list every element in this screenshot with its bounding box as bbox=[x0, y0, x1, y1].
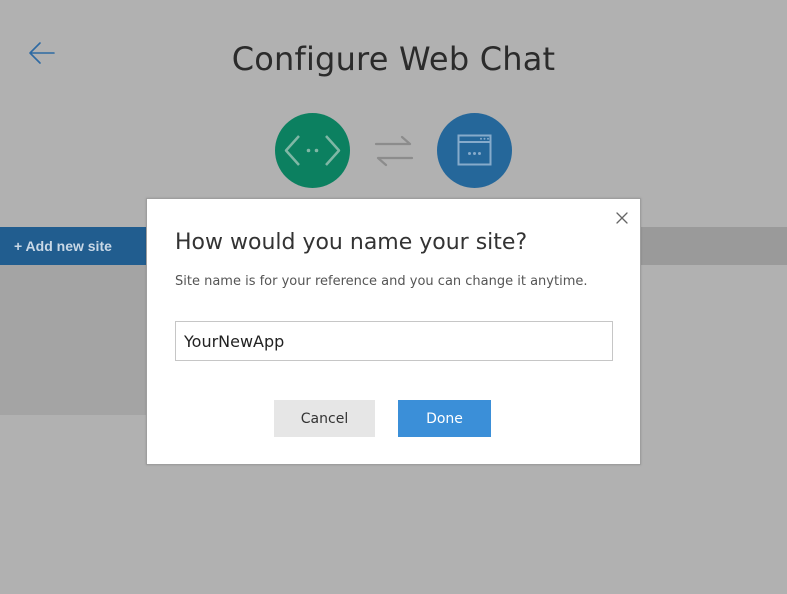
code-brackets-icon bbox=[275, 113, 350, 188]
sidebar-panel bbox=[0, 265, 147, 415]
close-icon[interactable] bbox=[615, 211, 629, 225]
header-strip bbox=[640, 227, 787, 265]
dialog-description: Site name is for your reference and you … bbox=[175, 274, 588, 289]
name-site-dialog: How would you name your site? Site name … bbox=[146, 198, 641, 465]
swap-arrows-icon bbox=[374, 135, 414, 167]
cancel-button[interactable]: Cancel bbox=[274, 400, 375, 437]
add-new-site-button[interactable]: + Add new site bbox=[0, 227, 147, 265]
dialog-title: How would you name your site? bbox=[175, 230, 528, 255]
browser-window-icon bbox=[437, 113, 512, 188]
page-title: Configure Web Chat bbox=[231, 40, 556, 78]
site-name-input[interactable] bbox=[175, 321, 613, 361]
done-button[interactable]: Done bbox=[398, 400, 491, 437]
page-background: Configure Web Chat + Add new site How wo… bbox=[0, 0, 787, 594]
